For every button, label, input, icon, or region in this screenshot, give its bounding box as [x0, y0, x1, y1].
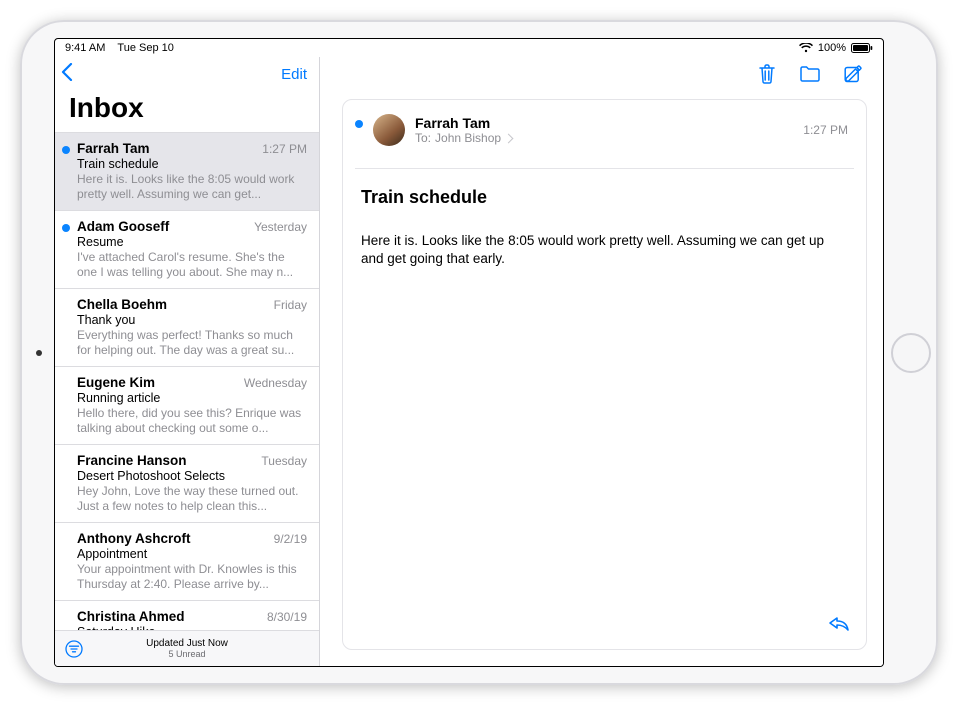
message-body: Here it is. Looks like the 8:05 would wo…	[343, 218, 866, 649]
mail-item-preview: Here it is. Looks like the 8:05 would wo…	[77, 172, 307, 202]
mail-item-time: Yesterday	[254, 220, 307, 234]
to-label: To:	[415, 131, 431, 145]
mail-item-time: 9/2/19	[274, 532, 307, 546]
chevron-right-icon	[504, 133, 514, 143]
message-pane: Farrah Tam To: John Bishop 1:27 PM Tr	[320, 57, 883, 666]
avatar[interactable]	[373, 114, 405, 146]
status-bar: 9:41 AM Tue Sep 10 100%	[55, 39, 883, 57]
mailbox-sidebar: Edit Inbox Farrah Tam 1:27 PMTrain schedu…	[55, 57, 320, 666]
unread-dot-icon	[62, 224, 70, 232]
unread-count: 5 Unread	[168, 649, 205, 659]
mail-item-subject: Desert Photoshoot Selects	[77, 469, 307, 483]
filter-button[interactable]	[65, 640, 83, 658]
mail-item-sender: Christina Ahmed	[77, 609, 185, 624]
mail-item[interactable]: Adam Gooseff YesterdayResumeI've attached…	[55, 211, 319, 289]
message-to: John Bishop	[435, 131, 501, 145]
mail-item[interactable]: Francine Hanson TuesdayDesert Photoshoot …	[55, 445, 319, 523]
mail-item-subject: Appointment	[77, 547, 307, 561]
mail-item-time: 1:27 PM	[262, 142, 307, 156]
mail-item-sender: Chella Boehm	[77, 297, 167, 312]
mail-item-sender: Francine Hanson	[77, 453, 187, 468]
mail-item-subject: Thank you	[77, 313, 307, 327]
mail-item-time: Wednesday	[244, 376, 307, 390]
mail-item-subject: Running article	[77, 391, 307, 405]
mail-item-preview: Everything was perfect! Thanks so much f…	[77, 328, 307, 358]
compose-button[interactable]	[843, 64, 863, 89]
edit-button[interactable]: Edit	[281, 66, 307, 83]
mail-item-sender: Anthony Ashcroft	[77, 531, 191, 546]
message-from: Farrah Tam	[415, 115, 793, 131]
message-card: Farrah Tam To: John Bishop 1:27 PM Tr	[342, 99, 867, 650]
mail-item-preview: I've attached Carol's resume. She's the …	[77, 250, 307, 280]
mail-item-sender: Farrah Tam	[77, 141, 150, 156]
move-folder-button[interactable]	[799, 65, 821, 88]
mail-item-time: 8/30/19	[267, 610, 307, 624]
status-date: Tue Sep 10	[117, 42, 173, 54]
wifi-icon	[799, 43, 813, 53]
status-battery-percent: 100%	[818, 42, 846, 54]
message-time: 1:27 PM	[803, 123, 848, 137]
back-button[interactable]	[61, 63, 73, 86]
unread-dot-icon	[355, 120, 363, 128]
mail-item-sender: Adam Gooseff	[77, 219, 169, 234]
mail-item[interactable]: Chella Boehm FridayThank youEverything wa…	[55, 289, 319, 367]
home-button[interactable]	[891, 333, 931, 373]
updated-status: Updated Just Now	[146, 638, 228, 650]
message-subject: Train schedule	[343, 169, 866, 218]
mail-item[interactable]: Anthony Ashcroft 9/2/19AppointmentYour ap…	[55, 523, 319, 601]
mail-item-sender: Eugene Kim	[77, 375, 155, 390]
mail-item-time: Tuesday	[261, 454, 307, 468]
mail-item-time: Friday	[274, 298, 307, 312]
message-header[interactable]: Farrah Tam To: John Bishop 1:27 PM	[343, 100, 866, 156]
mail-item-subject: Resume	[77, 235, 307, 249]
battery-icon	[851, 43, 873, 53]
message-list[interactable]: Farrah Tam 1:27 PMTrain scheduleHere it i…	[55, 133, 319, 630]
status-time: 9:41 AM	[65, 42, 105, 54]
reply-button[interactable]	[828, 614, 850, 637]
mailbox-title: Inbox	[55, 88, 319, 133]
mail-item-preview: Hello there, did you see this? Enrique w…	[77, 406, 307, 436]
mail-item[interactable]: Farrah Tam 1:27 PMTrain scheduleHere it i…	[55, 133, 319, 211]
sidebar-footer: Updated Just Now 5 Unread	[55, 630, 319, 666]
unread-dot-icon	[62, 146, 70, 154]
mail-item[interactable]: Christina Ahmed8/30/19Saturday HikeHello…	[55, 601, 319, 630]
mail-item[interactable]: Eugene Kim WednesdayRunning articleHello …	[55, 367, 319, 445]
trash-button[interactable]	[757, 63, 777, 90]
mail-item-preview: Your appointment with Dr. Knowles is thi…	[77, 562, 307, 592]
mail-item-preview: Hey John, Love the way these turned out.…	[77, 484, 307, 514]
mail-item-subject: Train schedule	[77, 157, 307, 171]
